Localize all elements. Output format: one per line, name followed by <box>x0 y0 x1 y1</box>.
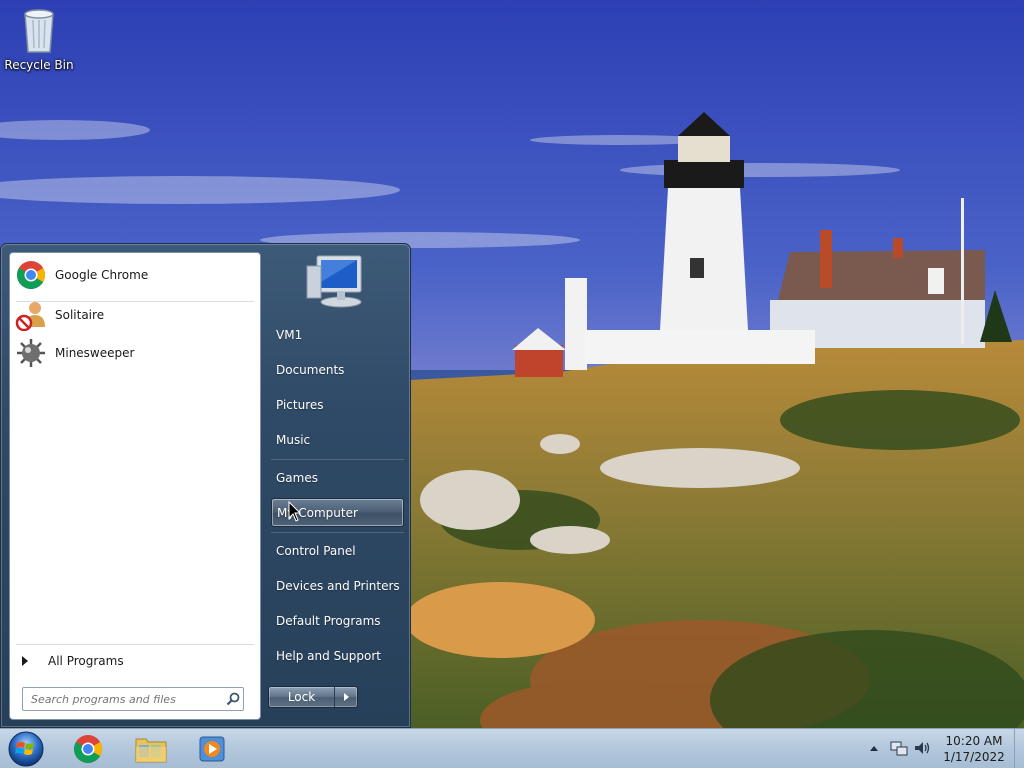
all-programs-label: All Programs <box>48 654 124 668</box>
file-explorer-icon <box>135 738 167 763</box>
menu-item-default-programs[interactable]: Default Programs <box>271 606 404 636</box>
search-field[interactable] <box>22 687 244 711</box>
search-icon[interactable] <box>223 689 243 709</box>
arrow-right-icon <box>343 693 349 701</box>
separator <box>271 532 404 533</box>
program-solitaire[interactable]: Solitaire <box>12 297 258 333</box>
menu-item-label: VM1 <box>276 328 303 342</box>
all-programs-button[interactable]: All Programs <box>18 650 254 672</box>
program-label: Minesweeper <box>55 346 135 360</box>
separator <box>271 459 404 460</box>
menu-item-music[interactable]: Music <box>271 425 404 455</box>
user-picture-computer-icon[interactable] <box>303 252 367 312</box>
network-icon[interactable] <box>890 739 908 757</box>
lock-button-group: Lock <box>268 686 358 708</box>
menu-item-label: Devices and Printers <box>276 579 400 593</box>
start-menu: Google Chrome Solitaire Minesweeper All … <box>0 243 411 728</box>
arrow-right-icon <box>22 656 28 666</box>
program-label: Google Chrome <box>55 268 149 282</box>
volume-icon[interactable] <box>913 739 931 757</box>
desktop-icon-label: Recycle Bin <box>4 58 74 72</box>
shutdown-options-button[interactable] <box>335 687 357 707</box>
clock-date: 1/17/2022 <box>943 750 1005 764</box>
taskbar: 10:20 AM 1/17/2022 <box>0 728 1024 768</box>
menu-item-label: Pictures <box>276 398 324 412</box>
minesweeper-icon <box>14 336 48 370</box>
menu-item-label: Help and Support <box>276 649 381 663</box>
show-hidden-icons-icon[interactable] <box>868 742 880 754</box>
separator <box>16 644 254 645</box>
desktop-icon-recycle-bin[interactable]: Recycle Bin <box>4 6 74 78</box>
menu-item-label: Default Programs <box>276 614 381 628</box>
chrome-icon <box>14 258 48 292</box>
lock-label: Lock <box>287 690 316 704</box>
program-label: Solitaire <box>55 308 105 322</box>
menu-item-label: Music <box>276 433 311 447</box>
menu-item-help-and-support[interactable]: Help and Support <box>271 641 404 671</box>
menu-item-label: Documents <box>276 363 345 377</box>
media-player-icon <box>199 736 225 762</box>
search-input[interactable] <box>31 692 223 706</box>
menu-item-pictures[interactable]: Pictures <box>271 390 404 420</box>
taskbar-media-player-button[interactable] <box>184 731 240 767</box>
lock-button[interactable]: Lock <box>269 687 335 707</box>
clock-time: 10:20 AM <box>945 734 1003 748</box>
recycle-bin-icon <box>24 9 54 53</box>
program-google-chrome[interactable]: Google Chrome <box>12 257 258 293</box>
taskbar-explorer-button[interactable] <box>123 731 179 767</box>
solitaire-icon <box>14 298 48 332</box>
mouse-cursor-icon <box>288 501 302 522</box>
start-button[interactable] <box>4 730 48 768</box>
chrome-icon <box>74 735 102 763</box>
menu-item-control-panel[interactable]: Control Panel <box>271 536 404 566</box>
menu-item-label: Games <box>276 471 318 485</box>
menu-item-devices-and-printers[interactable]: Devices and Printers <box>271 571 404 601</box>
menu-item-documents[interactable]: Documents <box>271 355 404 385</box>
menu-item-vm1[interactable]: VM1 <box>271 320 404 350</box>
menu-item-label: Control Panel <box>276 544 356 558</box>
program-minesweeper[interactable]: Minesweeper <box>12 335 258 371</box>
programs-pane: Google Chrome Solitaire Minesweeper All … <box>9 252 261 720</box>
taskbar-chrome-button[interactable] <box>60 731 116 767</box>
menu-item-games[interactable]: Games <box>271 463 404 493</box>
show-desktop-button[interactable] <box>1014 729 1024 768</box>
taskbar-clock[interactable]: 10:20 AM 1/17/2022 <box>938 733 1010 765</box>
windows-logo-icon <box>8 731 44 767</box>
